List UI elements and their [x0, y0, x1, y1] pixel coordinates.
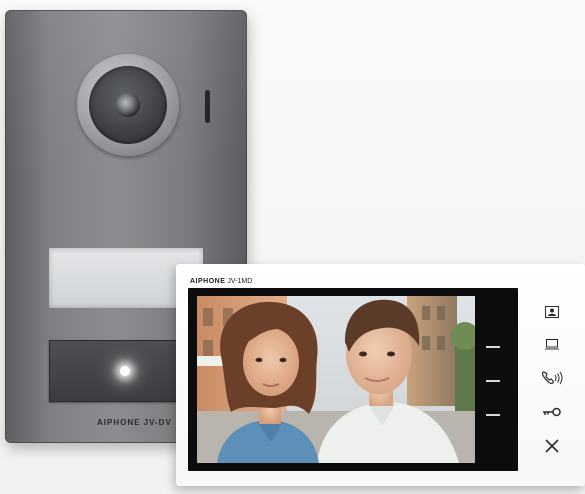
- microphone-slot: [205, 90, 210, 123]
- screen-bezel: [188, 288, 518, 471]
- call-button-led-icon: [120, 366, 130, 376]
- camera-pupil: [116, 93, 140, 117]
- bezel-indicator-line: [486, 414, 500, 416]
- video-image: [197, 296, 475, 463]
- door-station-brand: AIPHONE JV-DV: [97, 418, 172, 427]
- camera-person-icon[interactable]: [538, 302, 566, 322]
- monitor-brand-name: AIPHONE: [190, 278, 226, 285]
- key-icon[interactable]: [538, 402, 566, 422]
- monitor-icon[interactable]: [538, 334, 566, 354]
- monitor-brand: AIPHONE JV-1MD: [190, 278, 252, 285]
- talk-icon[interactable]: [538, 368, 566, 388]
- camera-lens: [89, 66, 167, 144]
- monitor-model: JV-1MD: [227, 278, 253, 285]
- product-photo: AIPHONE JV-DV AIPHONE JV-1MD: [0, 0, 585, 494]
- bezel-indicator-line: [486, 380, 500, 382]
- camera-ring: [77, 54, 179, 156]
- bezel-indicator-line: [486, 346, 500, 348]
- indoor-monitor: AIPHONE JV-1MD: [176, 264, 585, 486]
- close-icon[interactable]: [538, 436, 566, 456]
- video-screen: [197, 296, 475, 463]
